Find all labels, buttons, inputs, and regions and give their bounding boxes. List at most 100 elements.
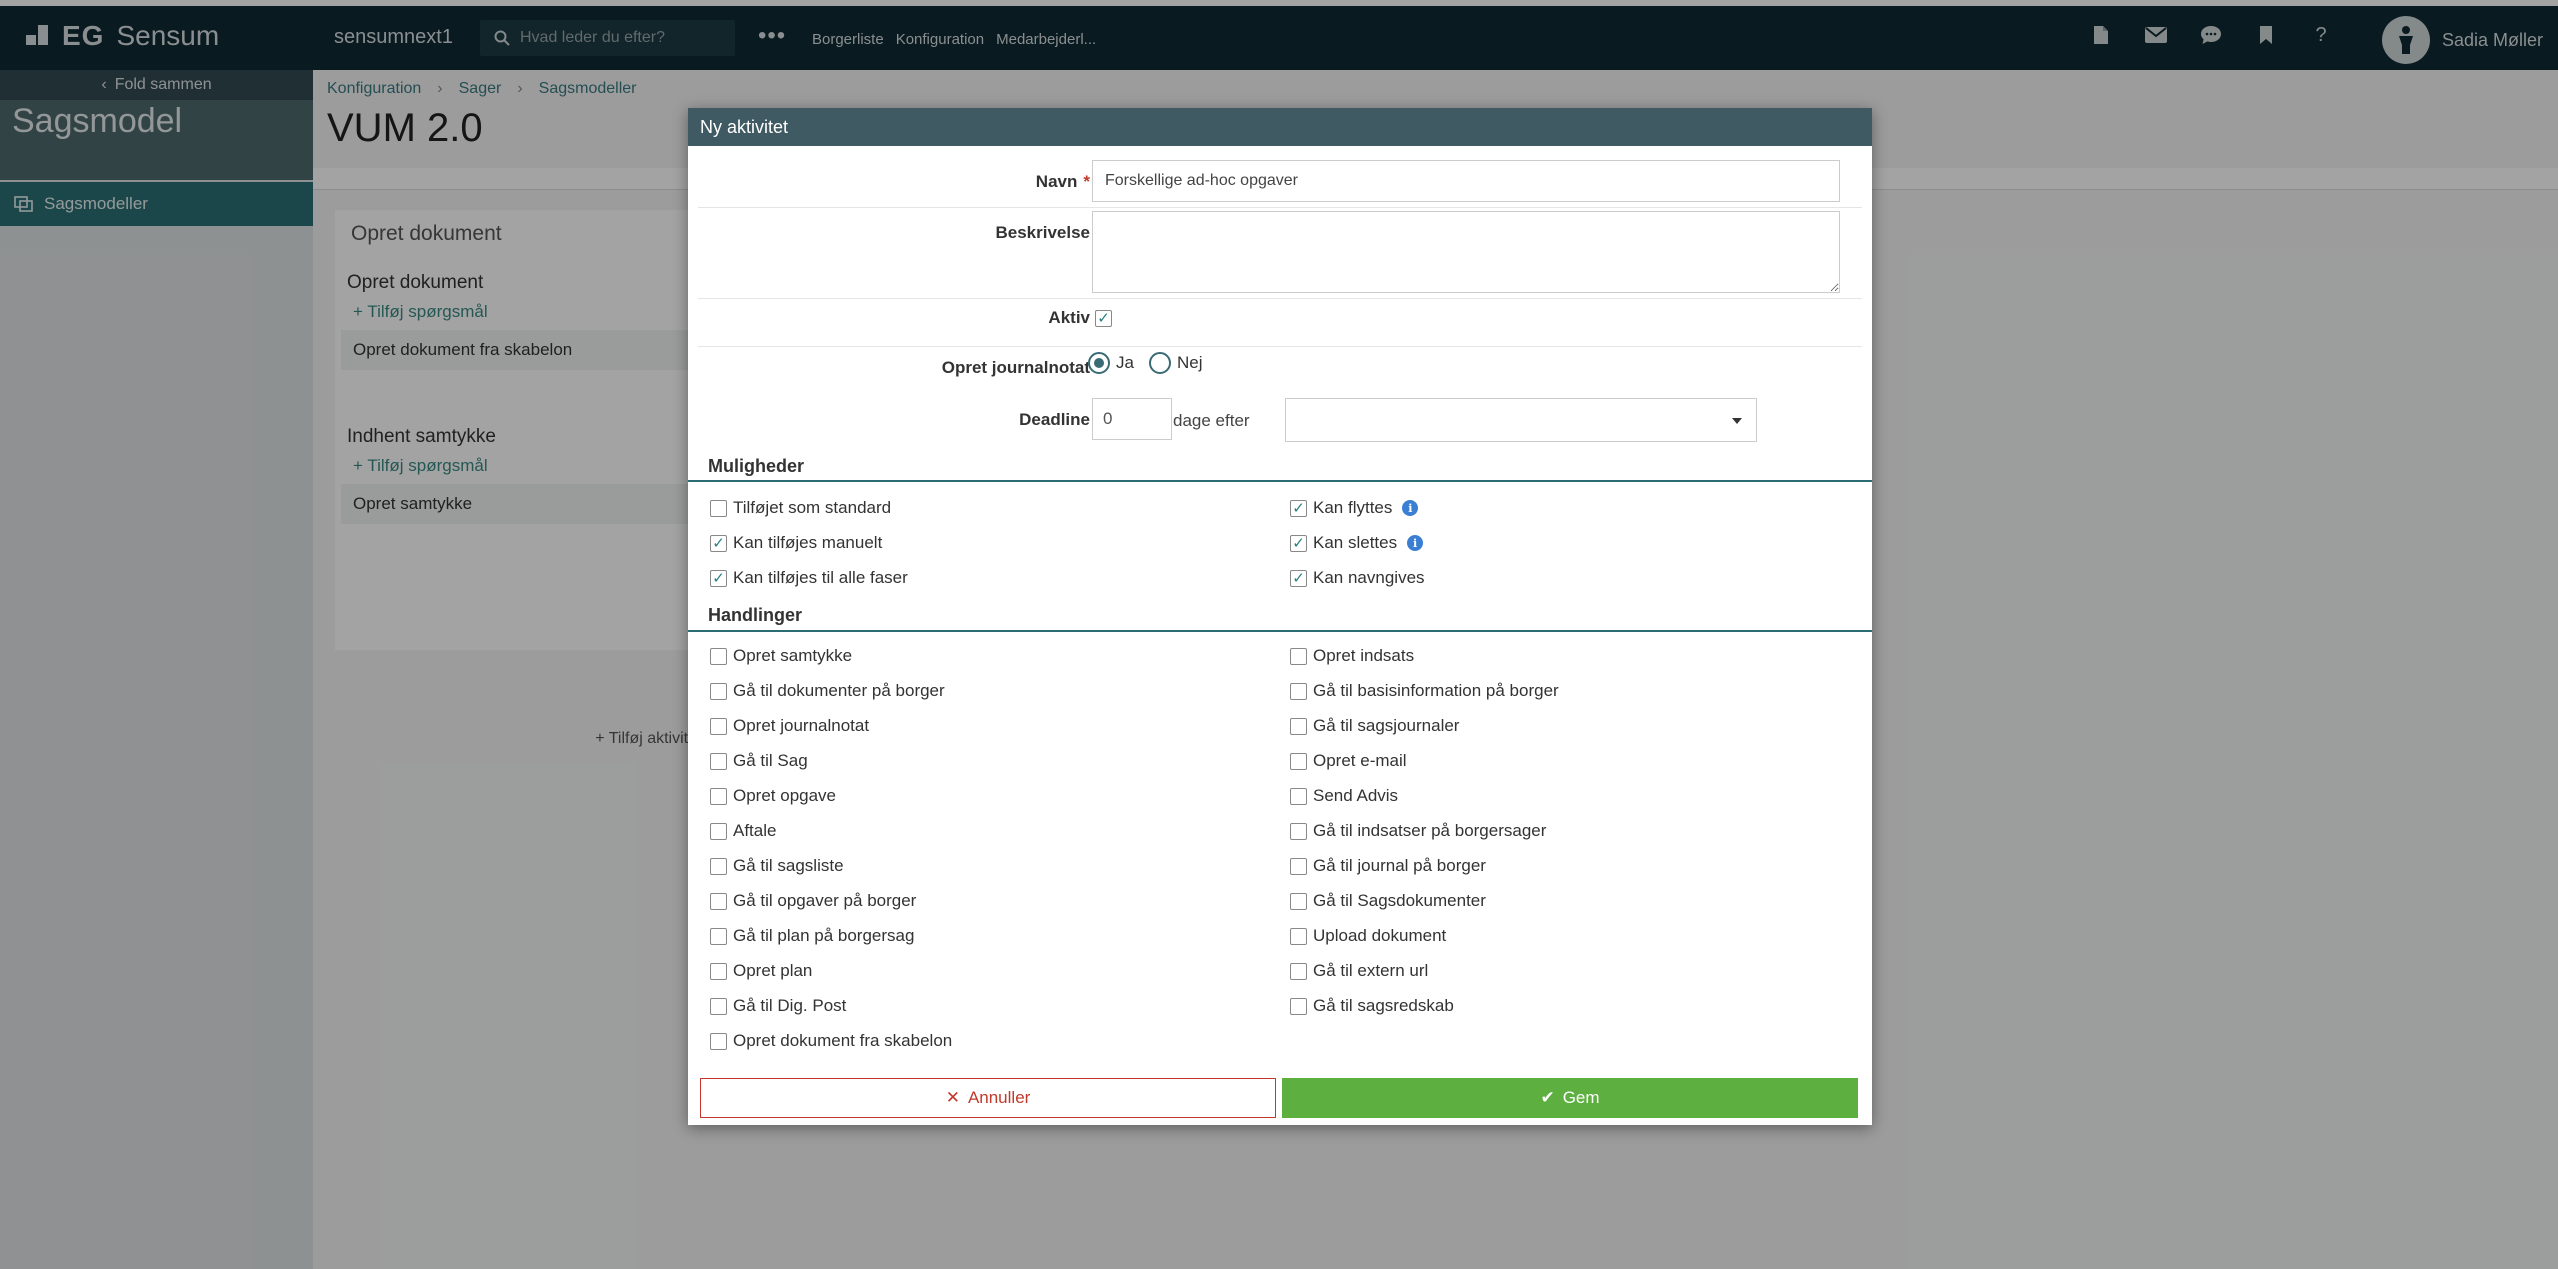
new-activity-dialog: Ny aktivitet Navn * Beskrivelse Aktiv Opr…: [688, 108, 1872, 1125]
checkbox[interactable]: [710, 499, 727, 517]
action-item[interactable]: Gå til sagsliste: [710, 856, 844, 876]
checkbox[interactable]: [710, 752, 727, 770]
action-item[interactable]: Gå til basisinformation på borger: [1290, 681, 1559, 701]
option-kan-navngives[interactable]: Kan navngives: [1290, 568, 1425, 588]
checkbox[interactable]: [710, 569, 727, 587]
checkbox[interactable]: [710, 997, 727, 1015]
action-item[interactable]: Opret journalnotat: [710, 716, 869, 736]
description-label: Beskrivelse: [995, 223, 1090, 242]
action-label: Gå til Dig. Post: [733, 996, 847, 1015]
action-item[interactable]: Send Advis: [1290, 786, 1398, 806]
journal-no-option[interactable]: Nej: [1149, 352, 1203, 374]
action-item[interactable]: Opret plan: [710, 961, 812, 981]
divider: [698, 346, 1862, 347]
action-item[interactable]: Opret indsats: [1290, 646, 1414, 666]
active-label: Aktiv: [1048, 308, 1090, 327]
action-label: Gå til sagsliste: [733, 856, 844, 875]
handlinger-heading: Handlinger: [708, 605, 803, 625]
action-label: Opret dokument fra skabelon: [733, 1031, 953, 1050]
name-label: Navn *: [1036, 172, 1090, 192]
journal-label: Opret journalnotat: [941, 358, 1090, 377]
checkbox[interactable]: [1290, 997, 1307, 1015]
caret-down-icon: [1732, 418, 1742, 424]
option-tilfoejet-som-standard[interactable]: Tilføjet som standard: [710, 498, 891, 518]
action-label: Gå til Sag: [733, 751, 808, 770]
checkbox[interactable]: [710, 534, 727, 552]
option-kan-tilfoejes-manuelt[interactable]: Kan tilføjes manuelt: [710, 533, 882, 553]
action-item[interactable]: Aftale: [710, 821, 776, 841]
save-label: Gem: [1562, 1088, 1600, 1107]
action-label: Gå til extern url: [1313, 961, 1429, 980]
action-item[interactable]: Gå til Sag: [710, 751, 808, 771]
option-kan-flyttes[interactable]: Kan flyttes i: [1290, 498, 1419, 518]
action-item[interactable]: Gå til Sagsdokumenter: [1290, 891, 1486, 911]
checkbox[interactable]: [1290, 892, 1307, 910]
required-mark: *: [1083, 172, 1090, 191]
action-label: Opret e-mail: [1313, 751, 1407, 770]
check-icon: ✔: [1540, 1088, 1555, 1107]
journal-yes-option[interactable]: Ja: [1088, 352, 1134, 374]
name-input[interactable]: [1092, 160, 1840, 202]
description-textarea[interactable]: [1092, 211, 1840, 293]
save-button[interactable]: ✔ Gem: [1282, 1078, 1858, 1118]
checkbox[interactable]: [710, 857, 727, 875]
action-item[interactable]: Gå til indsatser på borgersager: [1290, 821, 1546, 841]
checkbox[interactable]: [710, 647, 727, 665]
action-item[interactable]: Gå til journal på borger: [1290, 856, 1486, 876]
action-item[interactable]: Opret e-mail: [1290, 751, 1407, 771]
checkbox[interactable]: [1290, 499, 1307, 517]
checkbox[interactable]: [1290, 534, 1307, 552]
action-label: Upload dokument: [1313, 926, 1447, 945]
action-item[interactable]: Opret dokument fra skabelon: [710, 1031, 952, 1051]
info-icon[interactable]: i: [1402, 500, 1419, 516]
action-item[interactable]: Gå til dokumenter på borger: [710, 681, 945, 701]
deadline-days-input[interactable]: [1092, 398, 1172, 440]
checkbox[interactable]: [1290, 787, 1307, 805]
action-item[interactable]: Gå til extern url: [1290, 961, 1428, 981]
checkbox[interactable]: [1290, 569, 1307, 587]
dialog-title: Ny aktivitet: [688, 108, 1872, 146]
checkbox[interactable]: [710, 892, 727, 910]
checkbox[interactable]: [710, 1032, 727, 1050]
action-item[interactable]: Gå til Dig. Post: [710, 996, 846, 1016]
divider: [698, 207, 1862, 208]
active-checkbox[interactable]: [1095, 310, 1112, 327]
option-kan-tilfoejes-alle-faser[interactable]: Kan tilføjes til alle faser: [710, 568, 908, 588]
action-label: Opret journalnotat: [733, 716, 870, 735]
action-label: Gå til plan på borgersag: [733, 926, 915, 945]
action-item[interactable]: Gå til plan på borgersag: [710, 926, 914, 946]
option-kan-slettes[interactable]: Kan slettes i: [1290, 533, 1424, 553]
action-item[interactable]: Gå til opgaver på borger: [710, 891, 916, 911]
checkbox[interactable]: [710, 822, 727, 840]
checkbox[interactable]: [1290, 717, 1307, 735]
checkbox[interactable]: [1290, 647, 1307, 665]
checkbox[interactable]: [710, 927, 727, 945]
action-item[interactable]: Upload dokument: [1290, 926, 1446, 946]
deadline-suffix: dage efter: [1173, 411, 1250, 430]
action-item[interactable]: Gå til sagsredskab: [1290, 996, 1454, 1016]
action-label: Gå til basisinformation på borger: [1313, 681, 1559, 700]
checkbox[interactable]: [1290, 682, 1307, 700]
checkbox[interactable]: [710, 787, 727, 805]
journal-yes-radio[interactable]: [1088, 352, 1110, 374]
option-label: Tilføjet som standard: [733, 498, 892, 517]
action-label: Gå til Sagsdokumenter: [1313, 891, 1486, 910]
checkbox[interactable]: [710, 717, 727, 735]
action-item[interactable]: Opret samtykke: [710, 646, 852, 666]
action-item[interactable]: Opret opgave: [710, 786, 836, 806]
journal-no-radio[interactable]: [1149, 352, 1171, 374]
deadline-reference-select[interactable]: [1285, 398, 1757, 442]
section-divider: [688, 630, 1872, 632]
checkbox[interactable]: [710, 962, 727, 980]
action-item[interactable]: Gå til sagsjournaler: [1290, 716, 1459, 736]
checkbox[interactable]: [1290, 822, 1307, 840]
checkbox[interactable]: [1290, 857, 1307, 875]
checkbox[interactable]: [710, 682, 727, 700]
info-icon[interactable]: i: [1407, 535, 1424, 551]
cancel-button[interactable]: ✕ Annuller: [700, 1078, 1276, 1118]
checkbox[interactable]: [1290, 962, 1307, 980]
action-label: Gå til journal på borger: [1313, 856, 1486, 875]
checkbox[interactable]: [1290, 927, 1307, 945]
checkbox[interactable]: [1290, 752, 1307, 770]
action-label: Gå til sagsredskab: [1313, 996, 1454, 1015]
